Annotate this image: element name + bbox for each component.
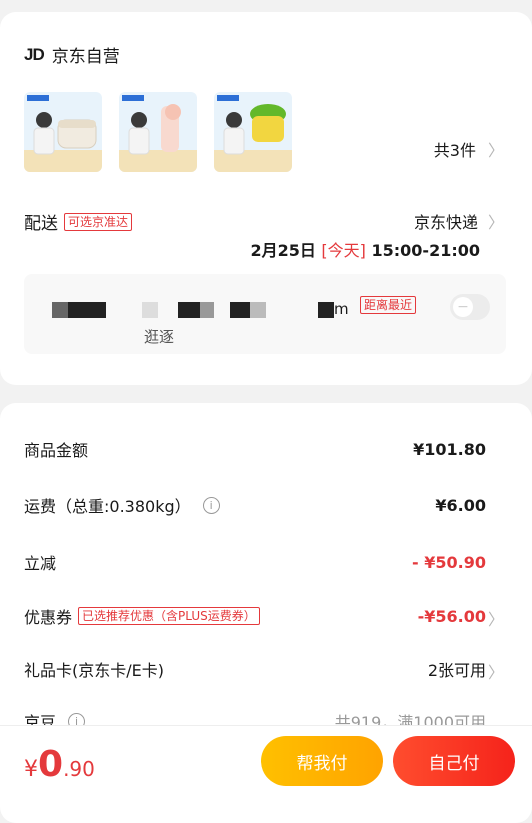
redacted-block — [52, 302, 68, 318]
chevron-right-icon: 〉 — [487, 213, 504, 232]
product-thumb-green-tub[interactable] — [214, 92, 292, 172]
help-pay-button[interactable]: 帮我付 — [261, 736, 383, 786]
delivery-method[interactable]: 京东快递 〉 — [414, 209, 504, 233]
delivery-slot: 15:00-21:00 — [371, 241, 481, 260]
giftcard-row[interactable]: 礼品卡(京东卡/E卡) 2张可用 — [24, 657, 486, 681]
address-sub-text: 逛逐 — [144, 328, 175, 346]
delivery-method-label: 京东快递 — [413, 213, 478, 232]
chevron-right-icon: 〉 — [487, 141, 504, 160]
delivery-today: [今天] — [321, 241, 366, 260]
chevron-right-icon: 〉 — [487, 610, 504, 629]
nearest-tag: 距离最近 — [360, 296, 417, 314]
goods-amount-value: ¥101.80 — [413, 439, 486, 459]
redacted-block — [250, 302, 266, 318]
jd-logo: JD — [24, 44, 45, 64]
discount-row: 立减 - ¥50.90 — [24, 550, 486, 574]
total-amount: ¥ 0 .90 — [24, 744, 95, 785]
product-thumbs[interactable] — [24, 92, 292, 172]
goods-amount-label: 商品金额 — [24, 441, 89, 460]
distance-unit: m — [334, 300, 349, 318]
product-thumb-cream-jar[interactable] — [24, 92, 102, 172]
giftcard-label: 礼品卡(京东卡/E卡) — [24, 661, 164, 680]
goods-amount-row: 商品金额 ¥101.80 — [24, 437, 486, 461]
shop-header: JD 京东自营 — [24, 42, 120, 68]
coupon-tag: 已选推荐优惠（含PLUS运费券） — [78, 607, 260, 625]
delivery-label-row: 配送 可选京准达 — [24, 209, 133, 234]
shipping-value: ¥6.00 — [435, 495, 486, 515]
shop-name: 京东自营 — [51, 47, 120, 67]
redacted-block — [318, 302, 334, 318]
redacted-block — [230, 302, 250, 318]
chevron-right-icon: 〉 — [487, 663, 504, 682]
product-thumb-lotion-tube[interactable] — [119, 92, 197, 172]
amount-decimal: .90 — [63, 757, 95, 781]
coupon-label: 优惠券 — [24, 608, 73, 627]
product-count-label: 共3件 — [433, 141, 476, 160]
redacted-block — [200, 302, 214, 318]
amount-integer: 0 — [38, 744, 64, 785]
product-count[interactable]: 共3件 〉 — [434, 137, 504, 161]
redacted-block — [68, 302, 106, 318]
shipping-row: 运费（总重:0.380kg） i ¥6.00 — [24, 493, 486, 517]
giftcard-value: 2张可用 — [427, 661, 486, 680]
address-box[interactable]: m 距离最近 − 逛逐 — [24, 274, 506, 354]
order-card: JD 京东自营 共3件 〉 配送 可选京准达 京东快递 〉 2月25日 [今天]… — [0, 12, 532, 385]
discount-value: - ¥50.90 — [412, 552, 486, 572]
address-toggle[interactable]: − — [450, 294, 490, 320]
minus-icon: − — [453, 297, 473, 317]
discount-label: 立减 — [24, 554, 57, 573]
self-pay-button[interactable]: 自己付 — [393, 736, 515, 786]
jingzhunda-tag: 可选京准达 — [64, 212, 133, 231]
info-icon[interactable]: i — [202, 496, 220, 514]
delivery-label: 配送 — [24, 214, 58, 234]
coupon-row[interactable]: 优惠券 已选推荐优惠（含PLUS运费券） -¥56.00 — [24, 604, 486, 628]
coupon-value: -¥56.00 — [417, 606, 486, 626]
shipping-label: 运费（总重:0.380kg） — [24, 497, 191, 516]
checkout-bar: ¥ 0 .90 帮我付 自己付 — [0, 725, 532, 801]
delivery-time[interactable]: 2月25日 [今天] 15:00-21:00 — [250, 237, 480, 261]
redacted-block — [178, 302, 200, 318]
delivery-date: 2月25日 — [250, 241, 316, 260]
redacted-block — [142, 302, 158, 318]
currency-symbol: ¥ — [24, 757, 38, 782]
